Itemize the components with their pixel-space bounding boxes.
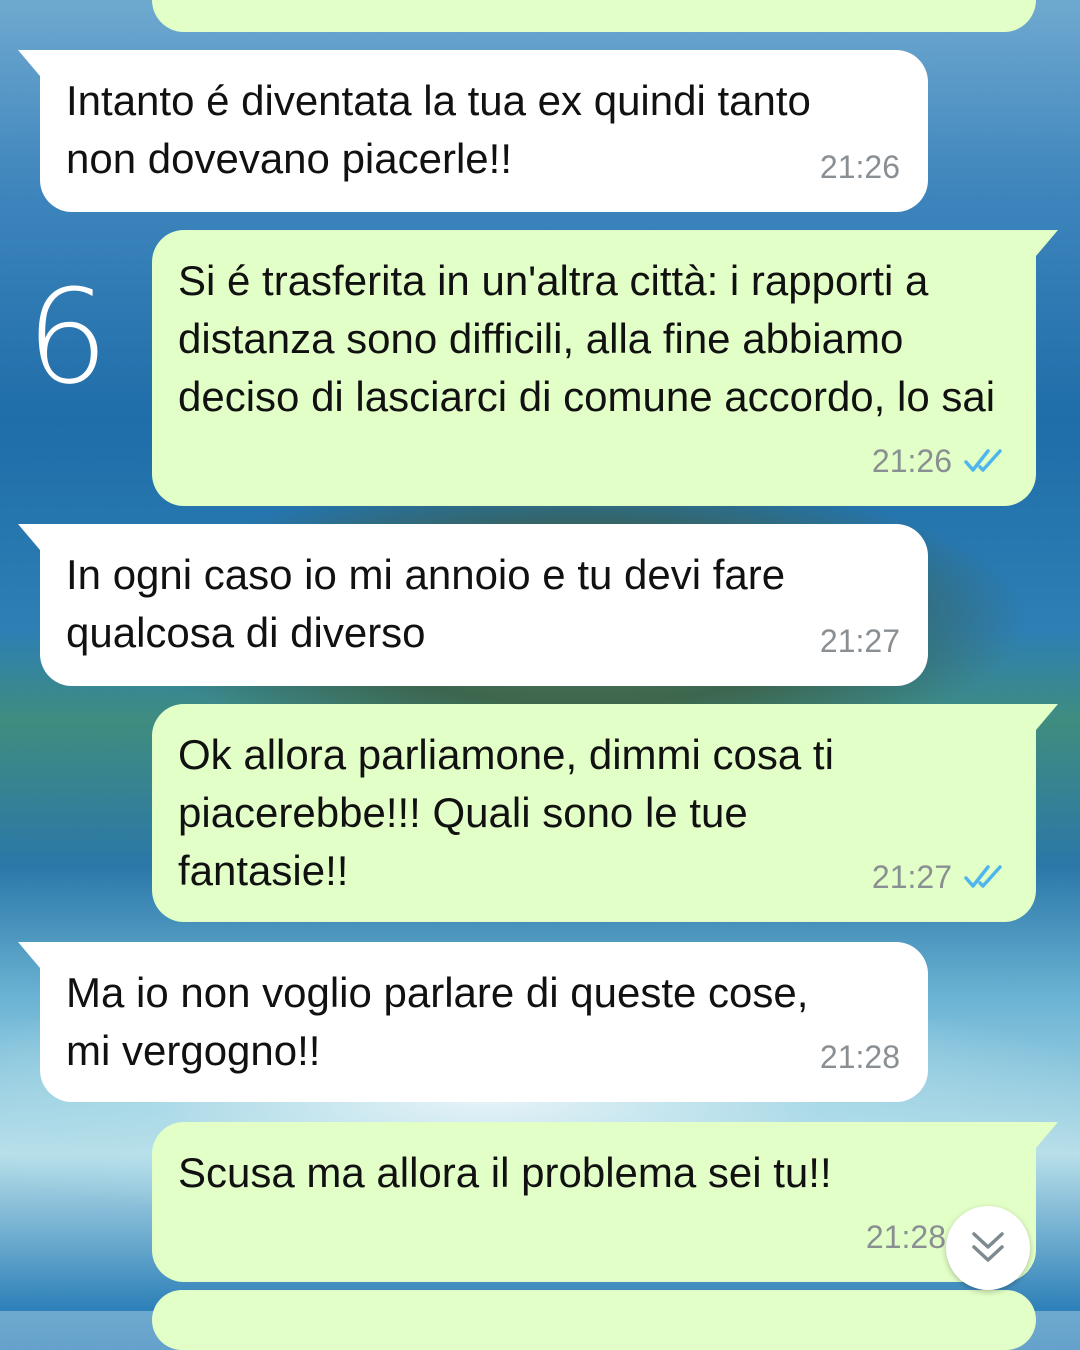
message-meta: 21:26 bbox=[872, 432, 1008, 490]
message-time: 21:28 bbox=[865, 1219, 946, 1255]
message-time: 21:26 bbox=[871, 443, 952, 479]
chevrons-down-icon bbox=[972, 1232, 1004, 1262]
message-time: 21:27 bbox=[871, 859, 952, 895]
message-meta: 21:26 bbox=[820, 138, 900, 196]
message-text: Si é trasferita in un'altra città: i rap… bbox=[178, 257, 996, 420]
handwritten-annotation: 6 bbox=[26, 261, 109, 413]
message-bubble-outgoing[interactable]: Scusa ma allora il problema sei tu!! 21:… bbox=[152, 1122, 1058, 1282]
message-bubble-partial-bottom[interactable] bbox=[152, 1290, 1036, 1350]
message-bubble-incoming[interactable]: Intanto é diventata la tua ex quindi tan… bbox=[18, 50, 928, 212]
message-meta: 21:27 bbox=[872, 848, 1008, 906]
scroll-to-bottom-button[interactable] bbox=[946, 1206, 1030, 1290]
message-bubble-incoming[interactable]: In ogni caso io mi annoio e tu devi fare… bbox=[18, 524, 928, 686]
message-time: 21:26 bbox=[819, 149, 900, 185]
message-text: In ogni caso io mi annoio e tu devi fare… bbox=[66, 551, 786, 656]
message-meta: 21:27 bbox=[820, 612, 900, 670]
message-time: 21:27 bbox=[819, 623, 900, 659]
double-check-read-icon bbox=[964, 865, 1002, 888]
message-time: 21:28 bbox=[819, 1039, 900, 1075]
double-check-read-icon bbox=[964, 449, 1002, 472]
message-bubble-outgoing[interactable]: Ok allora parliamone, dimmi cosa ti piac… bbox=[152, 704, 1058, 922]
message-text: Ma io non voglio parlare di queste cose,… bbox=[66, 969, 809, 1074]
message-meta: 21:28 bbox=[866, 1208, 946, 1266]
message-bubble-outgoing[interactable]: Si é trasferita in un'altra città: i rap… bbox=[152, 230, 1058, 506]
message-text: Ok allora parliamone, dimmi cosa ti piac… bbox=[178, 731, 834, 894]
message-bubble-incoming[interactable]: Ma io non voglio parlare di queste cose,… bbox=[18, 942, 928, 1102]
message-text: Scusa ma allora il problema sei tu!! bbox=[178, 1149, 832, 1196]
message-bubble-partial-top[interactable] bbox=[152, 0, 1036, 32]
message-text: Intanto é diventata la tua ex quindi tan… bbox=[66, 77, 811, 182]
message-meta: 21:28 bbox=[820, 1028, 900, 1086]
